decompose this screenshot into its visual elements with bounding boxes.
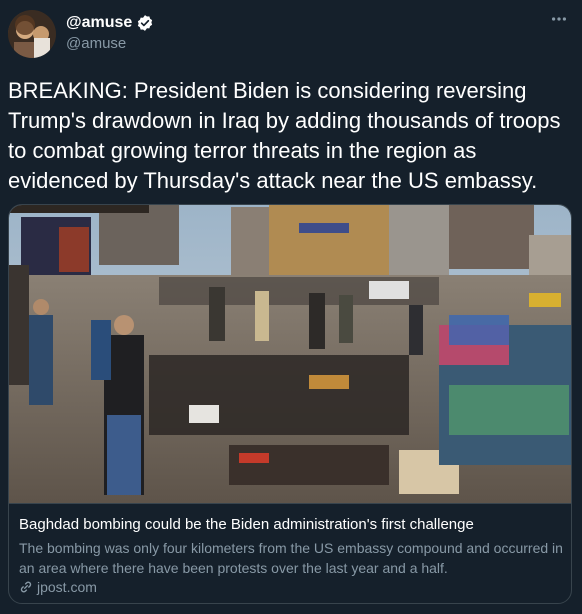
card-title[interactable]: Baghdad bombing could be the Biden admin… [19,516,474,533]
link-icon [19,580,33,594]
author-name-row[interactable]: @amuse [66,14,154,32]
display-name[interactable]: @amuse [66,14,132,32]
card-image[interactable] [9,205,571,503]
bombing-scene-photo [9,205,571,503]
verified-badge-icon [136,14,154,32]
user-handle[interactable]: @amuse [66,35,126,52]
tweet: @amuse @amuse BREAKING: President Biden … [0,0,582,614]
avatar-image [8,10,56,58]
avatar[interactable] [8,10,56,58]
card-domain[interactable]: jpost.com [19,579,97,595]
card-description: The bombing was only four kilometers fro… [19,540,563,576]
tweet-text: BREAKING: President Biden is considering… [8,78,561,193]
more-options-icon[interactable] [550,10,568,33]
link-card[interactable]: Baghdad bombing could be the Biden admin… [8,204,572,604]
card-domain-text[interactable]: jpost.com [37,579,97,595]
card-body[interactable]: Baghdad bombing could be the Biden admin… [9,503,571,603]
